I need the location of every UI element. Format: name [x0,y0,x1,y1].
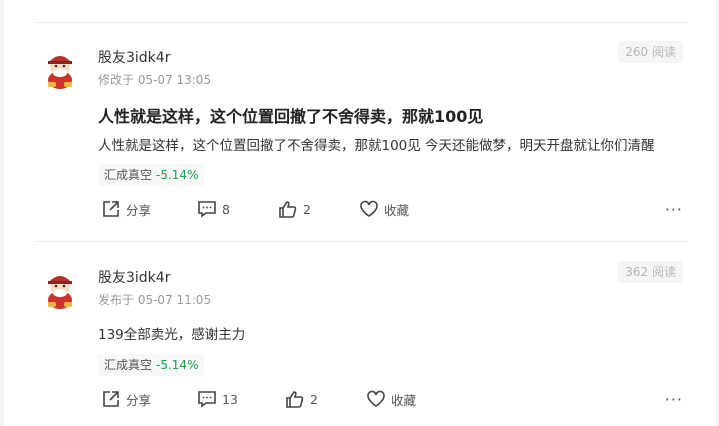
stock-change: -5.14% [156,358,199,372]
post-body[interactable]: 人性就是这样，这个位置回撤了不舍得卖，那就100见 今天还能做梦，明天开盘就让你… [98,134,655,154]
collect-label: 收藏 [384,202,410,218]
stock-name: 汇成真空 [104,358,153,372]
heart-icon [367,390,385,407]
divider [34,241,688,242]
read-count-badge: 362 阅读 [618,261,683,283]
read-count-badge: 260 阅读 [618,41,683,63]
like-count: 2 [310,391,318,407]
more-icon[interactable]: ··· [665,202,683,218]
collect-button[interactable]: 收藏 [366,389,416,409]
collect-button[interactable]: 收藏 [359,199,409,219]
share-icon [103,391,119,407]
stock-name: 汇成真空 [104,168,153,182]
username[interactable]: 股友3idk4r [98,267,170,287]
avatar[interactable] [42,270,78,310]
share-label: 分享 [126,202,152,218]
post-list: 股友3idk4r 修改于 05-07 13:05 260 阅读 人性就是这样，这… [4,0,715,426]
more-icon[interactable]: ··· [665,392,683,408]
post-time: 发布于 05-07 11:05 [98,293,212,307]
comment-icon [198,391,216,408]
thumbs-up-icon [279,201,297,218]
like-button[interactable]: 2 [278,199,311,219]
comment-icon [198,201,216,218]
heart-icon [360,200,378,217]
post-actions: 分享 8 2 收藏 ··· [4,199,715,223]
post-time: 修改于 05-07 13:05 [98,73,212,87]
post-title[interactable]: 人性就是这样，这个位置回撤了不舍得卖，那就100见 [98,103,483,127]
share-button[interactable]: 分享 [101,199,151,219]
username[interactable]: 股友3idk4r [98,47,170,67]
share-button[interactable]: 分享 [101,389,151,409]
comment-button[interactable]: 13 [197,389,238,409]
like-count: 2 [303,201,311,217]
divider [34,22,688,23]
like-button[interactable]: 2 [285,389,318,409]
comment-button[interactable]: 8 [197,199,230,219]
post-actions: 分享 13 2 收藏 ··· [4,389,715,413]
share-icon [103,201,119,217]
share-label: 分享 [126,392,152,408]
stock-change: -5.14% [156,168,199,182]
avatar[interactable] [42,50,78,90]
comment-count: 8 [222,201,230,217]
comment-count: 13 [222,391,238,407]
collect-label: 收藏 [391,392,417,408]
thumbs-up-icon [286,391,304,408]
post-body[interactable]: 139全部卖光，感谢主力 [98,323,245,343]
stock-tag[interactable]: 汇成真空 -5.14% [98,354,205,376]
stock-tag[interactable]: 汇成真空 -5.14% [98,164,205,186]
